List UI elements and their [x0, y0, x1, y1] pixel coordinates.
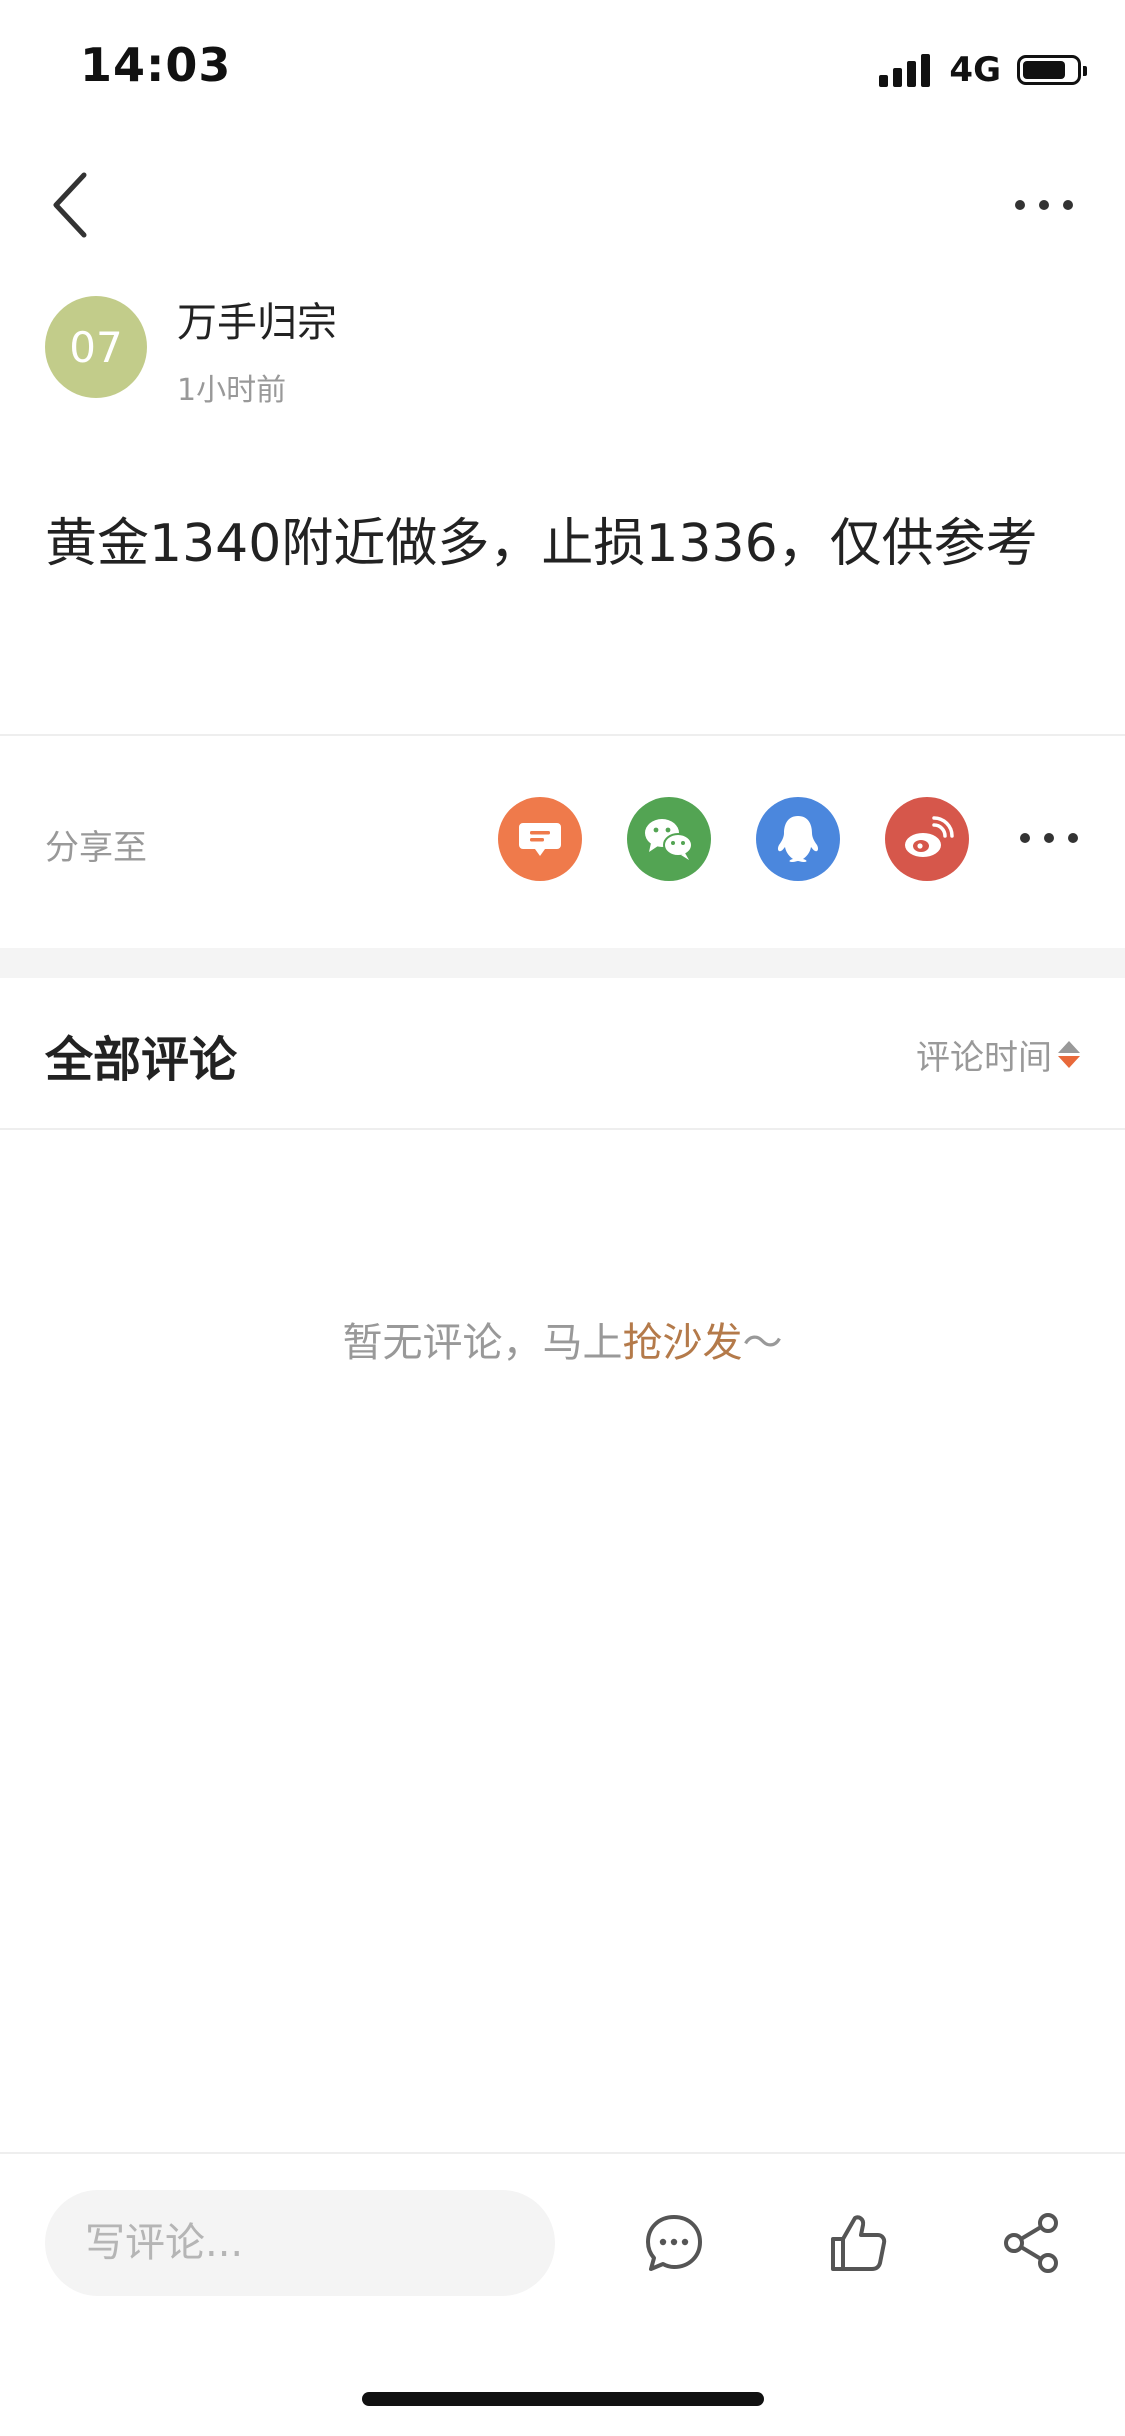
home-indicator[interactable] — [362, 2392, 764, 2406]
section-separator — [0, 948, 1125, 978]
share-label: 分享至 — [45, 828, 147, 868]
more-horizontal-icon — [1015, 180, 1073, 230]
divider — [0, 1128, 1125, 1130]
signal-icon — [879, 53, 935, 87]
bottom-bar-divider — [0, 2152, 1125, 2154]
share-wechat-button[interactable] — [627, 797, 711, 881]
status-indicators: 4G — [879, 48, 1087, 92]
author-name[interactable]: 万手归宗 — [177, 290, 337, 348]
back-button[interactable] — [40, 165, 110, 245]
more-options-button[interactable] — [1015, 180, 1085, 230]
battery-cap — [1083, 66, 1087, 76]
message-icon — [519, 823, 561, 856]
share-icon — [1004, 2213, 1058, 2273]
thumbs-up-icon — [831, 2215, 887, 2271]
weibo-icon — [905, 816, 954, 857]
share-qq-button[interactable] — [756, 797, 840, 881]
battery-level — [1023, 61, 1065, 79]
share-more-button[interactable] — [1020, 816, 1080, 860]
avatar[interactable]: 07 — [45, 296, 147, 398]
battery-icon — [1017, 55, 1087, 85]
network-type: 4G — [949, 50, 1001, 90]
post-time: 1小时前 — [177, 373, 287, 408]
comment-icon — [646, 2215, 702, 2271]
share-button[interactable] — [999, 2210, 1065, 2276]
share-message-button[interactable] — [498, 797, 582, 881]
comment-input[interactable] — [45, 2190, 555, 2296]
empty-text: 暂无评论，马上 — [342, 1320, 623, 1366]
status-time: 14:03 — [80, 38, 232, 92]
empty-suffix: ～ — [742, 1320, 783, 1366]
post-first-comment-link[interactable]: 抢沙发 — [623, 1320, 743, 1366]
qq-icon — [777, 816, 819, 862]
chevron-left-icon — [53, 172, 87, 238]
share-weibo-button[interactable] — [885, 797, 969, 881]
empty-comments-message: 暂无评论，马上抢沙发～ — [0, 1310, 1125, 1368]
like-button[interactable] — [825, 2210, 891, 2276]
more-horizontal-icon — [1020, 816, 1078, 860]
avatar-text: 07 — [69, 322, 123, 372]
divider — [0, 734, 1125, 736]
status-bar: 14:03 4G — [0, 0, 1125, 135]
sort-label: 评论时间 — [916, 1038, 1052, 1078]
post-content: 黄金1340附近做多，止损1336，仅供参考 — [45, 514, 1038, 574]
sort-arrows-icon — [1058, 1041, 1080, 1068]
comments-title: 全部评论 — [45, 1032, 238, 1088]
sort-by-time-button[interactable]: 评论时间 — [916, 1030, 1080, 1079]
comments-button[interactable] — [641, 2210, 707, 2276]
wechat-icon — [645, 819, 693, 860]
